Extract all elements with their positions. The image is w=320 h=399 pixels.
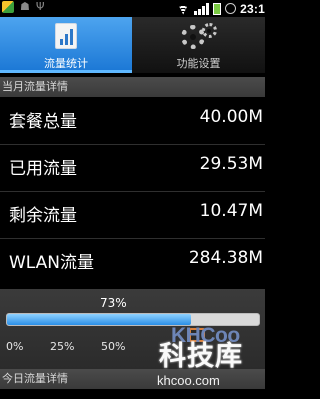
chart-icon — [55, 23, 77, 49]
tab-label: 功能设置 — [176, 57, 221, 70]
app-icon — [2, 1, 14, 13]
gears-icon — [180, 23, 217, 51]
tab-bar: 流量统计 功能设置 — [0, 17, 265, 73]
row-value: 40.00M — [199, 107, 263, 127]
tick-label: 0% — [6, 340, 24, 353]
tab-settings[interactable]: 功能设置 — [132, 17, 265, 73]
row-label: 已用流量 — [9, 159, 77, 179]
row-value: 29.53M — [199, 154, 263, 174]
list-item-wlan: WLAN流量 284.38M — [0, 238, 265, 285]
tick-label: 25% — [50, 340, 75, 353]
row-label: WLAN流量 — [9, 253, 95, 273]
alarm-icon — [225, 3, 237, 14]
list-item-remaining: 剩余流量 10.47M — [0, 191, 265, 238]
usage-percent-label: 73% — [100, 296, 127, 310]
tab-traffic-stats[interactable]: 流量统计 — [0, 17, 132, 73]
signal-icon — [194, 2, 210, 15]
row-label: 剩余流量 — [9, 206, 77, 226]
watermark-url: khcoo.com — [157, 373, 220, 388]
status-bar: ☗ Ψ 23:1 — [0, 0, 265, 17]
row-label: 套餐总量 — [9, 112, 77, 132]
tick-label: 50% — [101, 340, 126, 353]
row-value: 284.38M — [188, 248, 263, 268]
wifi-icon — [176, 3, 190, 15]
section-header-monthly: 当月流量详情 — [0, 77, 265, 97]
usb-icon: Ψ — [35, 0, 45, 13]
row-value: 10.47M — [199, 201, 263, 221]
battery-icon — [213, 2, 222, 15]
list-item-plan-total: 套餐总量 40.00M — [0, 97, 265, 144]
android-icon: ☗ — [20, 0, 30, 13]
watermark-logo: KHCoo 科技库 khcoo.com — [157, 324, 261, 388]
tab-label: 流量统计 — [44, 57, 88, 70]
list-item-used: 已用流量 29.53M — [0, 144, 265, 191]
watermark-title: 科技库 — [159, 341, 243, 372]
clock-time: 23:1 — [240, 1, 265, 16]
